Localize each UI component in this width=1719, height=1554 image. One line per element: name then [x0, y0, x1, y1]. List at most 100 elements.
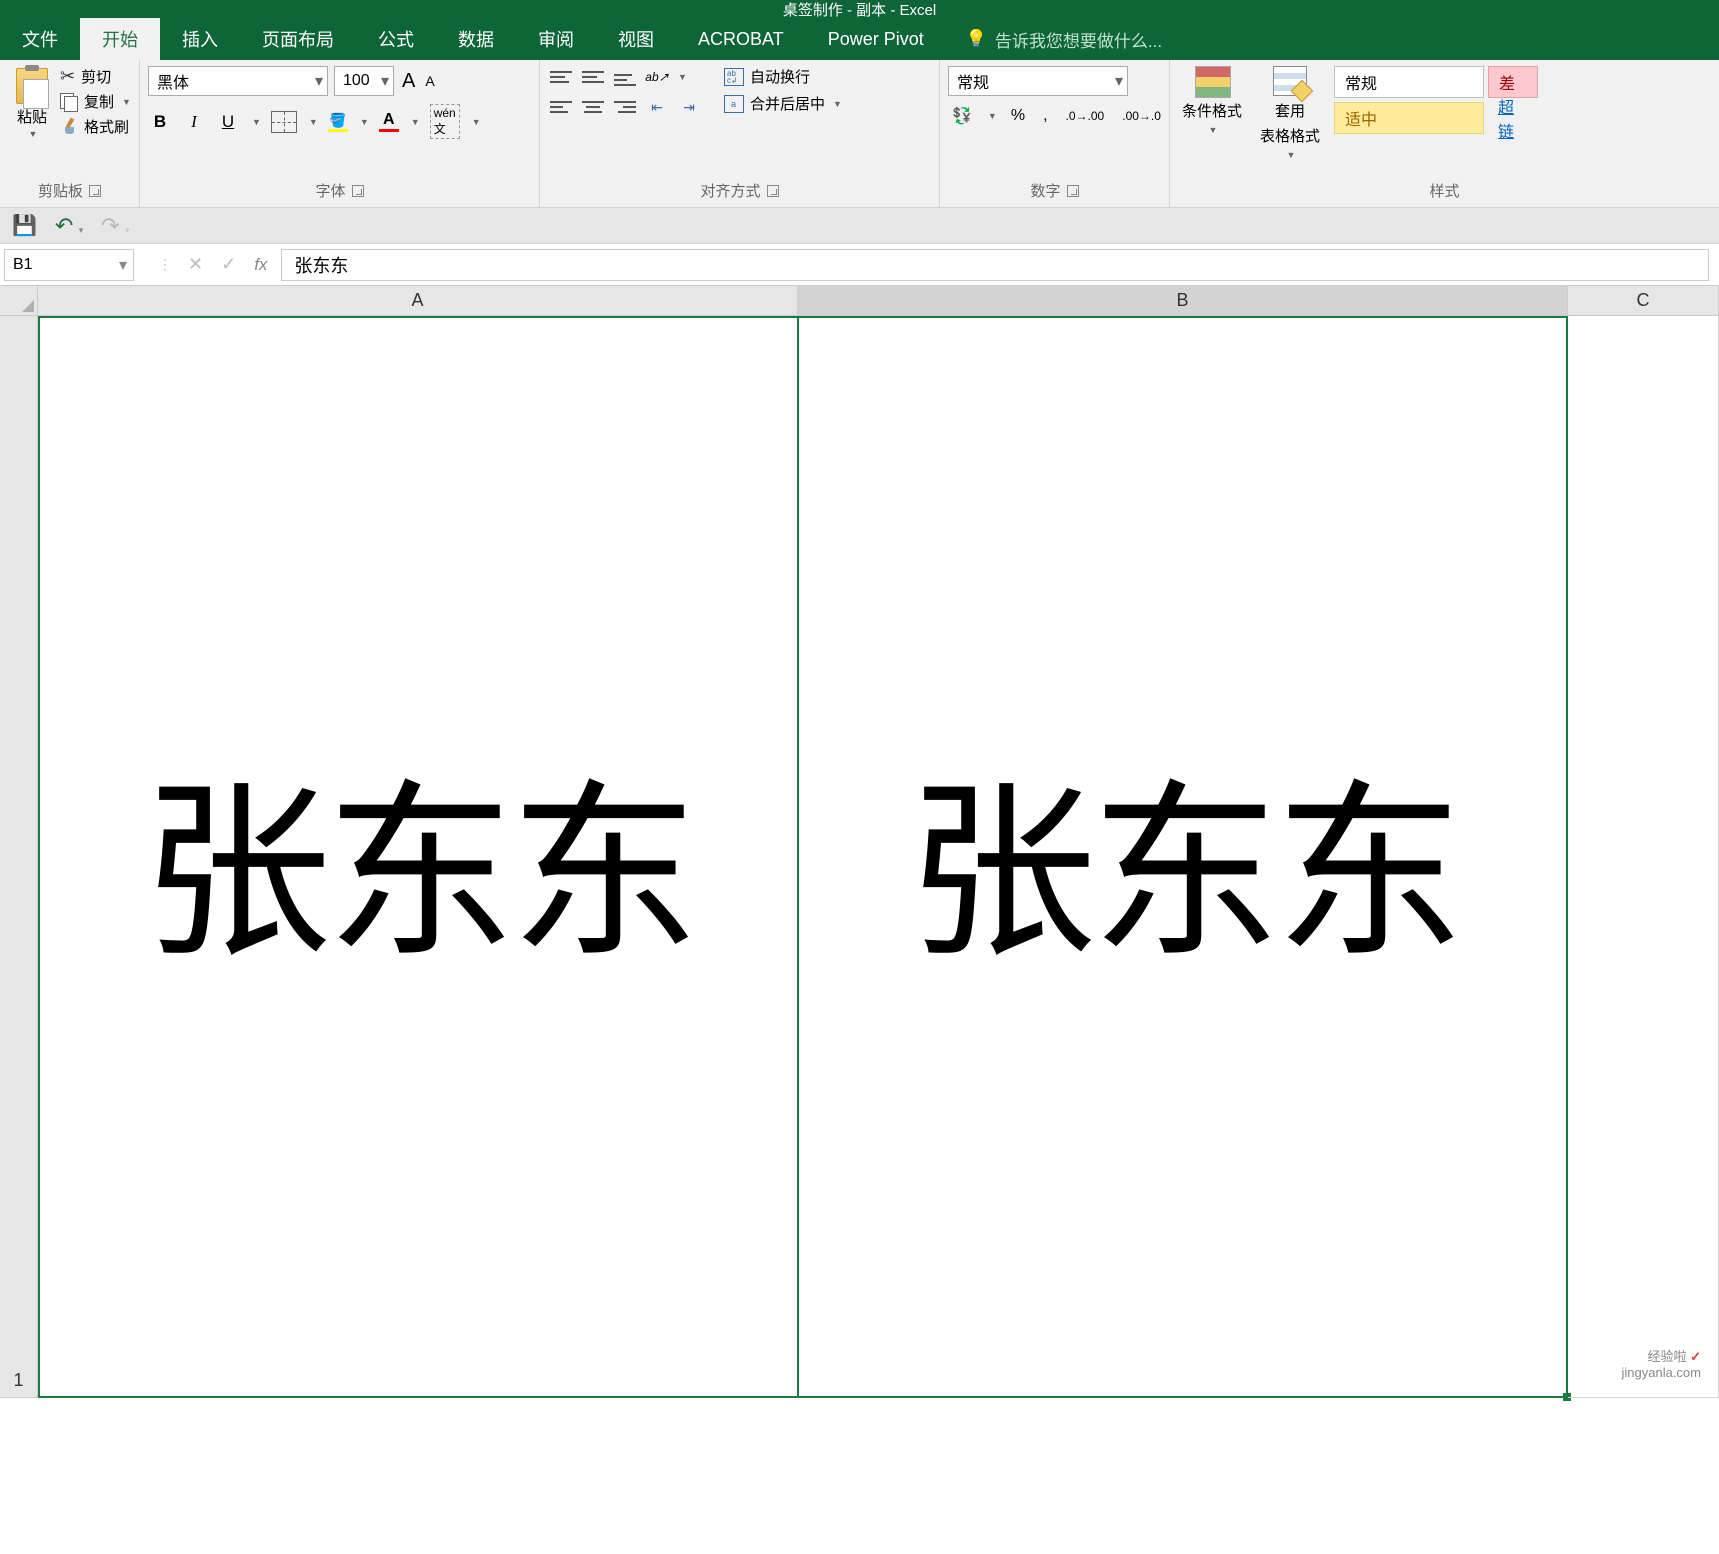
- paste-button[interactable]: 粘贴 ▼: [8, 66, 56, 141]
- chevron-down-icon: ▼: [252, 117, 261, 127]
- copy-label: 复制: [84, 91, 114, 112]
- chevron-down-icon: ▼: [29, 129, 38, 139]
- group-alignment: ab↗▼ ⇤ ⇥ 自动换行 合并后居中 ▼: [540, 60, 940, 207]
- merge-center-button[interactable]: 合并后居中 ▼: [724, 93, 842, 114]
- tab-home[interactable]: 开始: [80, 18, 160, 60]
- cell-B1[interactable]: 张东东: [798, 316, 1568, 1398]
- enter-formula-button[interactable]: ✓: [221, 254, 236, 275]
- cell-styles-gallery: 常规 差 适中 超链: [1334, 66, 1538, 134]
- font-size-value: 100: [343, 72, 370, 90]
- column-header-B[interactable]: B: [798, 286, 1568, 315]
- align-center-button[interactable]: [580, 96, 606, 118]
- fill-swatch: [328, 129, 348, 132]
- tab-insert[interactable]: 插入: [160, 18, 240, 60]
- save-button[interactable]: 💾: [12, 213, 37, 238]
- paste-label: 粘贴: [17, 106, 47, 127]
- tab-layout[interactable]: 页面布局: [240, 18, 356, 60]
- wen-char: 文: [434, 122, 446, 136]
- cell-A1[interactable]: 张东东: [38, 316, 798, 1398]
- dialog-launcher-icon[interactable]: [1067, 185, 1079, 197]
- tab-view[interactable]: 视图: [596, 18, 676, 60]
- tab-file[interactable]: 文件: [0, 18, 80, 60]
- grid-body: 1 张东东 张东东: [0, 316, 1719, 1398]
- dialog-launcher-icon[interactable]: [352, 185, 364, 197]
- cell-B1-text: 张东东: [906, 719, 1458, 994]
- font-name-combo[interactable]: 黑体 ▾: [148, 66, 328, 96]
- formula-input[interactable]: 张东东: [281, 249, 1709, 281]
- align-middle-button[interactable]: [580, 66, 606, 88]
- decrease-indent-button[interactable]: ⇤: [644, 96, 670, 118]
- cell-style-normal[interactable]: 常规: [1334, 66, 1484, 98]
- cancel-formula-button[interactable]: ✕: [188, 254, 203, 275]
- tab-review[interactable]: 审阅: [516, 18, 596, 60]
- bold-button[interactable]: B: [148, 110, 172, 134]
- align-bottom-button[interactable]: [612, 66, 638, 88]
- align-right-button[interactable]: [612, 96, 638, 118]
- align-top-button[interactable]: [548, 66, 574, 88]
- select-all-corner[interactable]: [0, 286, 38, 315]
- bucket-icon: 🪣: [329, 112, 346, 129]
- tell-me-box[interactable]: 💡 告诉我您想要做什么...: [966, 18, 1162, 60]
- font-color-button[interactable]: A: [379, 111, 399, 132]
- cell-style-hyperlink[interactable]: 超链: [1488, 102, 1538, 134]
- cell-style-neutral[interactable]: 适中: [1334, 102, 1484, 134]
- quick-access-toolbar: 💾 ↶ ▾ ↷ ▾: [0, 208, 1719, 244]
- comma-button[interactable]: ,: [1039, 105, 1051, 127]
- conditional-formatting-button[interactable]: 条件格式 ▼: [1178, 66, 1246, 135]
- painter-label: 格式刷: [84, 116, 129, 137]
- increase-indent-button[interactable]: ⇥: [676, 96, 702, 118]
- grow-font-button[interactable]: A: [400, 70, 417, 93]
- chevron-down-icon: ▼: [411, 117, 420, 127]
- fill-color-button[interactable]: 🪣: [328, 112, 348, 132]
- wrap-icon: [724, 68, 744, 86]
- wrap-label: 自动换行: [750, 66, 810, 87]
- merge-label: 合并后居中: [750, 93, 825, 114]
- borders-button[interactable]: [271, 111, 297, 133]
- row-header-1[interactable]: 1: [0, 316, 38, 1398]
- name-box-value: B1: [13, 256, 33, 274]
- cut-button[interactable]: ✂ 剪切: [60, 66, 131, 87]
- wrap-text-button[interactable]: 自动换行: [724, 66, 842, 87]
- copy-icon: [60, 93, 78, 111]
- scissors-icon: ✂: [60, 66, 75, 87]
- phonetic-button[interactable]: wén 文: [430, 104, 460, 139]
- watermark: 经验啦 ✓ jingyanla.com: [1622, 1346, 1702, 1380]
- dialog-launcher-icon[interactable]: [89, 185, 101, 197]
- tab-data[interactable]: 数据: [436, 18, 516, 60]
- accounting-format-button[interactable]: 💱: [948, 104, 976, 128]
- number-group-label: 数字: [1030, 180, 1060, 201]
- font-group-label: 字体: [315, 180, 345, 201]
- copy-button[interactable]: 复制 ▼: [60, 91, 131, 112]
- name-box[interactable]: B1 ▾: [4, 249, 134, 281]
- increase-decimal-button[interactable]: .0→.00: [1062, 107, 1109, 125]
- format-painter-button[interactable]: 格式刷: [60, 116, 131, 137]
- ribbon: 粘贴 ▼ ✂ 剪切 复制 ▼ 格式刷 剪贴板: [0, 60, 1719, 208]
- tab-acrobat[interactable]: ACROBAT: [676, 18, 806, 60]
- orientation-button[interactable]: ab↗: [644, 66, 670, 88]
- tab-formulas[interactable]: 公式: [356, 18, 436, 60]
- cut-label: 剪切: [81, 66, 111, 87]
- chevron-down-icon: ▾: [1109, 71, 1123, 91]
- dialog-launcher-icon[interactable]: [767, 185, 779, 197]
- number-format-combo[interactable]: 常规 ▾: [948, 66, 1128, 96]
- fx-icon[interactable]: fx: [254, 255, 267, 275]
- underline-button[interactable]: U: [216, 110, 240, 134]
- redo-button[interactable]: ↷: [101, 213, 119, 238]
- watermark-line2: jingyanla.com: [1622, 1365, 1702, 1380]
- window-title: 桌签制作 - 副本 - Excel: [783, 0, 936, 20]
- font-size-combo[interactable]: 100 ▾: [334, 66, 394, 96]
- percent-button[interactable]: %: [1007, 105, 1029, 127]
- column-header-A[interactable]: A: [38, 286, 798, 315]
- align-left-button[interactable]: [548, 96, 574, 118]
- decrease-decimal-button[interactable]: .00→.0: [1118, 107, 1165, 125]
- cell-C1[interactable]: [1568, 316, 1719, 1398]
- italic-button[interactable]: I: [182, 110, 206, 134]
- column-header-C[interactable]: C: [1568, 286, 1719, 315]
- undo-button[interactable]: ↶: [55, 213, 73, 238]
- tab-powerpivot[interactable]: Power Pivot: [806, 18, 946, 60]
- chevron-down-icon: ▼: [1209, 125, 1218, 135]
- merge-icon: [724, 95, 744, 113]
- format-as-table-button[interactable]: 套用 表格格式 ▼: [1256, 66, 1324, 160]
- font-a-icon: A: [383, 111, 395, 129]
- shrink-font-button[interactable]: A: [423, 73, 436, 89]
